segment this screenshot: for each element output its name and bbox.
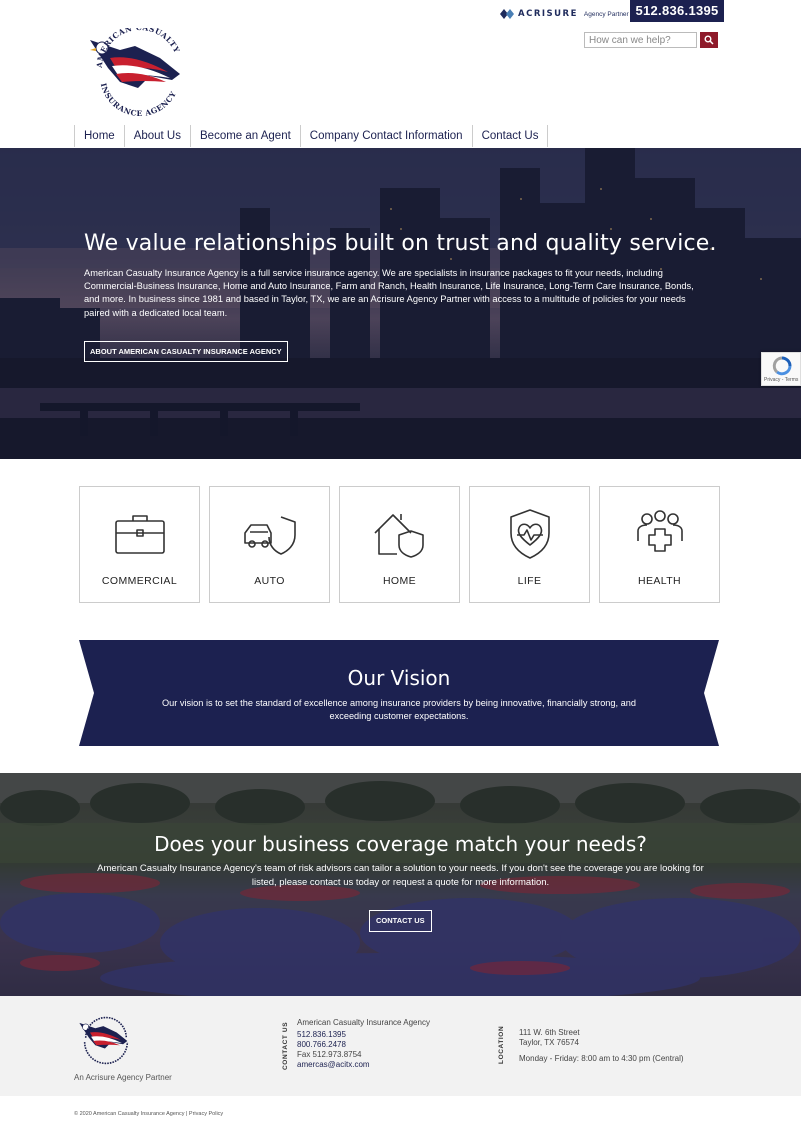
footer-phone-1[interactable]: 512.836.1395 <box>297 1030 430 1040</box>
main-nav: Home About Us Become an Agent Company Co… <box>74 125 549 147</box>
vision-title: Our Vision <box>347 666 451 690</box>
service-label-home: HOME <box>382 575 417 587</box>
service-label-commercial: COMMERCIAL <box>101 575 178 587</box>
footer-location-label: LOCATION <box>498 1025 505 1064</box>
contact-us-button[interactable]: CONTACT US <box>369 910 432 932</box>
search-button[interactable] <box>700 32 718 48</box>
site-footer: An Acrisure Agency Partner CONTACT US Am… <box>0 996 801 1096</box>
recaptcha-badge[interactable]: Privacy - Terms <box>761 352 801 386</box>
search-input[interactable] <box>584 32 697 48</box>
vision-ribbon-shape <box>79 640 719 746</box>
nav-about-us[interactable]: About Us <box>123 125 190 147</box>
service-label-health: HEALTH <box>637 575 682 587</box>
acrisure-mark-icon <box>500 9 514 19</box>
footer-partner-text: An Acrisure Agency Partner <box>74 1073 172 1082</box>
service-card-auto[interactable]: AUTO <box>209 486 330 603</box>
vision-banner: Our Vision Our vision is to set the stan… <box>79 640 719 746</box>
footer-address-line-1: 111 W. 6th Street <box>519 1028 580 1037</box>
recaptcha-links[interactable]: Privacy - Terms <box>764 377 798 383</box>
search-bar <box>584 32 718 48</box>
copyright-bar: © 2020 American Casualty Insurance Agenc… <box>74 1111 224 1117</box>
footer-logo[interactable] <box>74 1016 138 1066</box>
nav-contact-us[interactable]: Contact Us <box>471 125 549 147</box>
car-shield-icon <box>244 516 296 555</box>
footer-company-name: American Casualty Insurance Agency <box>297 1018 430 1027</box>
hero-description: American Casualty Insurance Agency is a … <box>84 268 694 318</box>
footer-contact-label: CONTACT US <box>282 1021 289 1070</box>
coverage-title: Does your business coverage match your n… <box>154 832 647 856</box>
nav-become-an-agent[interactable]: Become an Agent <box>190 125 300 147</box>
service-card-health[interactable]: HEALTH <box>599 486 720 603</box>
hero-section: We value relationships built on trust an… <box>0 148 801 459</box>
service-label-life: LIFE <box>517 575 542 587</box>
briefcase-icon <box>115 515 165 554</box>
footer-hours: Monday - Friday: 8:00 am to 4:30 pm (Cen… <box>519 1054 684 1063</box>
nav-company-contact-information[interactable]: Company Contact Information <box>299 125 472 147</box>
footer-fax: Fax 512.973.8754 <box>297 1050 362 1059</box>
vision-text: Our vision is to set the standard of exc… <box>162 698 636 721</box>
search-icon <box>704 35 714 45</box>
coverage-section: Does your business coverage match your n… <box>0 773 801 996</box>
about-agency-button[interactable]: ABOUT AMERICAN CASUALTY INSURANCE AGENCY <box>84 341 288 362</box>
coverage-text: American Casualty Insurance Agency's tea… <box>97 863 704 888</box>
acrisure-brand: ACRISURE <box>518 9 578 19</box>
footer-address-line-2: Taylor, TX 76574 <box>519 1038 579 1047</box>
header-phone[interactable]: 512.836.1395 <box>630 0 724 22</box>
footer-address: 111 W. 6th Street Taylor, TX 76574 <box>519 1028 580 1048</box>
footer-phone-2[interactable]: 800.766.2478 <box>297 1040 430 1050</box>
service-card-commercial[interactable]: COMMERCIAL <box>79 486 200 603</box>
recaptcha-icon <box>772 356 792 376</box>
acrisure-partner-logo[interactable]: ACRISURE Agency Partner <box>500 8 629 20</box>
service-card-home[interactable]: HOME <box>339 486 460 603</box>
footer-email[interactable]: amercas@acitx.com <box>297 1060 430 1070</box>
service-label-auto: AUTO <box>254 575 285 587</box>
people-medical-icon <box>637 510 683 552</box>
hero-title: We value relationships built on trust an… <box>84 231 717 256</box>
acrisure-partner-text: Agency Partner <box>583 10 629 18</box>
services-grid: COMMERCIAL AUTO HOME LIFE HEALTH <box>79 486 720 603</box>
house-shield-icon <box>374 514 424 558</box>
site-logo[interactable]: AMERICAN CASUALTY INSURANCE AGENCY <box>80 28 200 120</box>
site-header: ACRISURE Agency Partner 512.836.1395 AME… <box>0 0 801 148</box>
nav-home[interactable]: Home <box>74 125 124 147</box>
service-card-life[interactable]: LIFE <box>469 486 590 603</box>
footer-contact-block: American Casualty Insurance Agency 512.8… <box>297 1018 430 1070</box>
heart-shield-icon <box>510 509 550 559</box>
